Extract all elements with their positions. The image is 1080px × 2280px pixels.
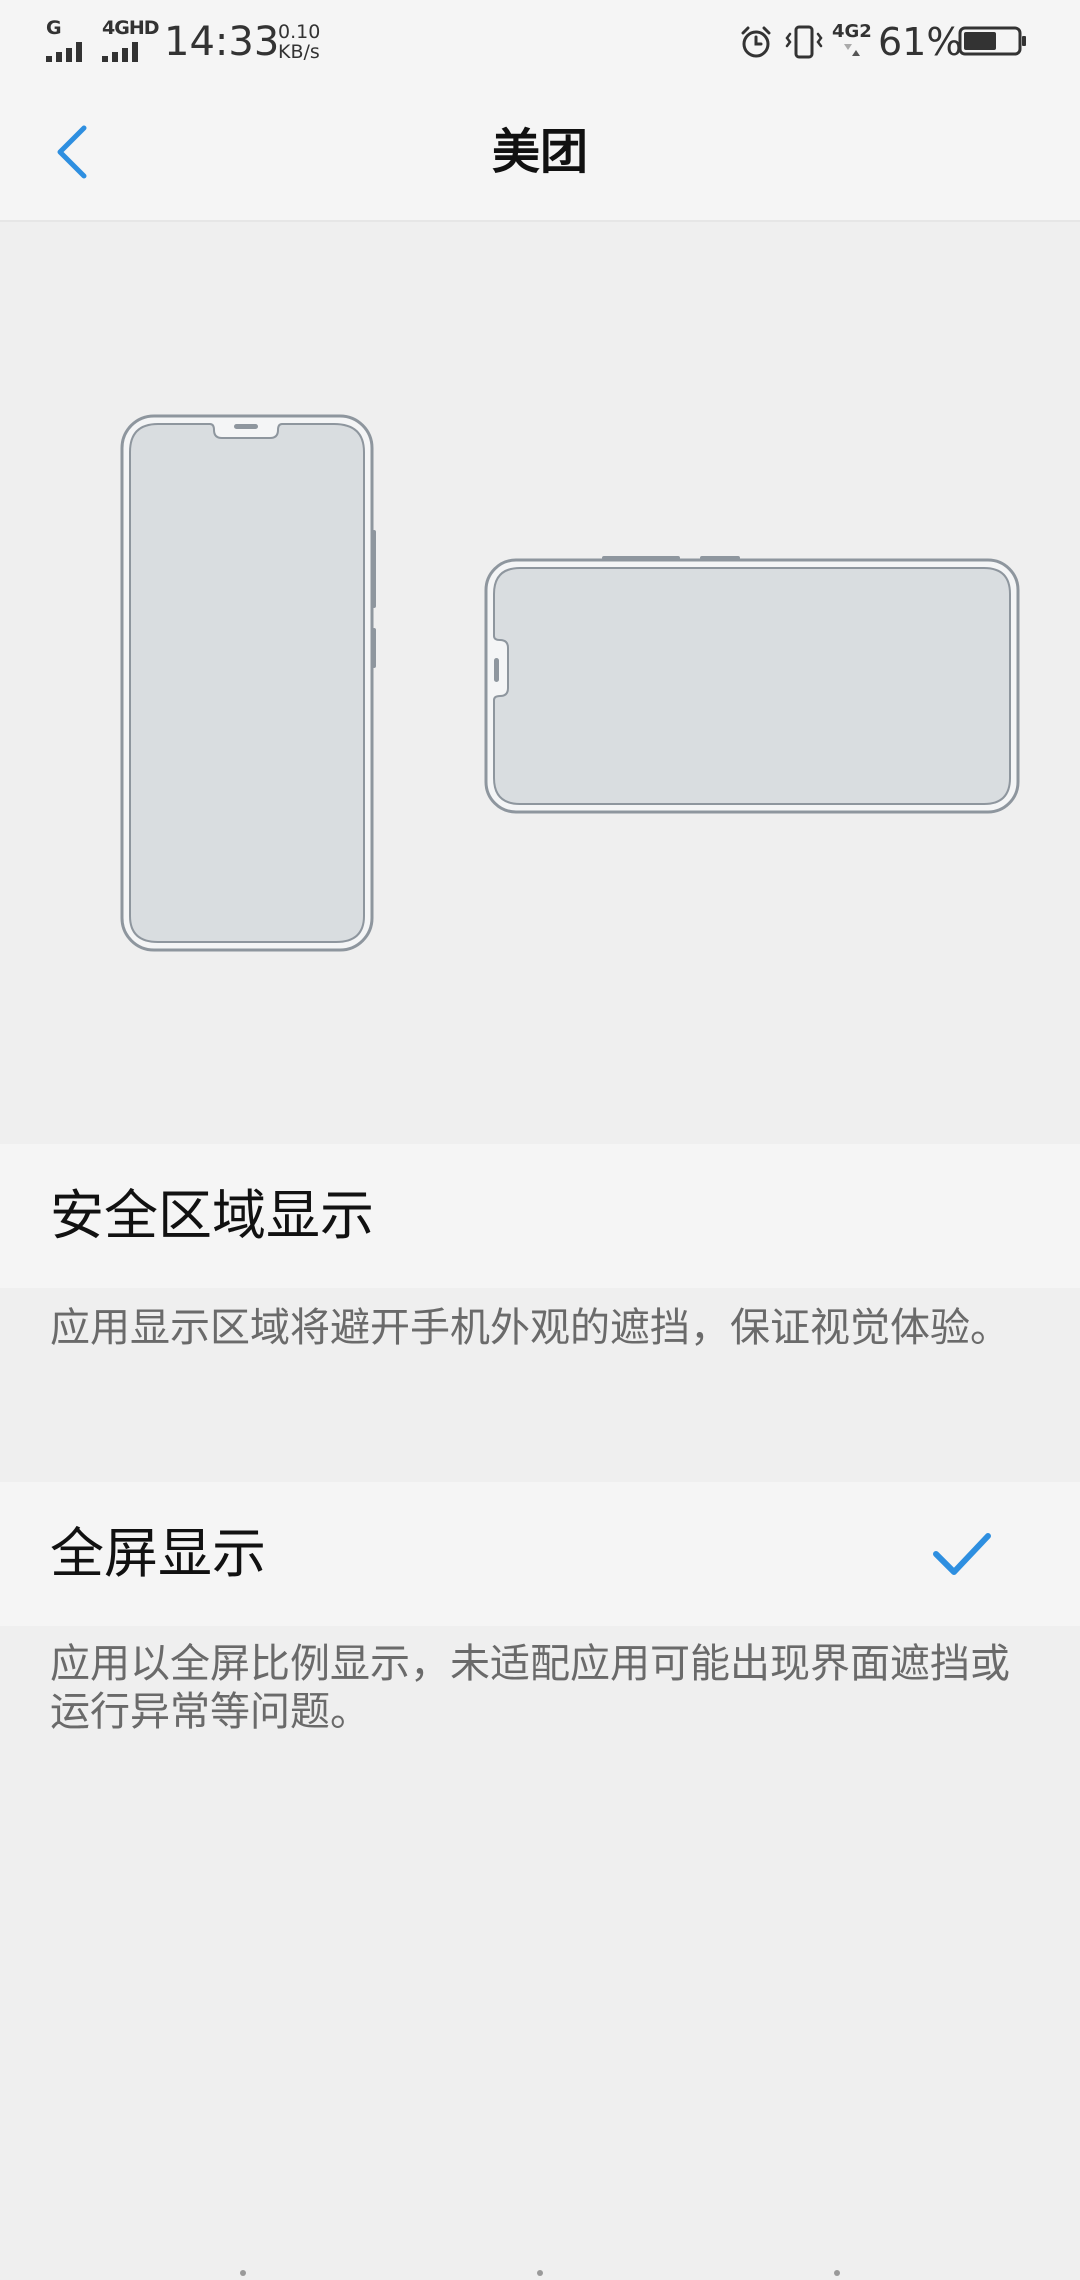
portrait-phone-illustration: [120, 414, 376, 952]
gesture-hint-right: [834, 2270, 840, 2276]
checkmark-icon: [933, 1533, 991, 1575]
battery-icon: [958, 26, 1028, 56]
gesture-hint-center: [537, 2270, 543, 2276]
option-full-screen-display[interactable]: 全屏显示: [0, 1482, 1080, 1626]
option-label: 全屏显示: [50, 1522, 266, 1585]
status-time: 14:33: [164, 19, 280, 65]
alarm-icon: [738, 24, 774, 64]
status-bar: G 4GHD 14:33 0.10 KB/s 4G2 61%: [0, 0, 1080, 84]
network-speed: 0.10 KB/s: [278, 22, 338, 62]
sim2-data-label: 4G2: [832, 21, 872, 42]
navigation-bar: 美团: [0, 84, 1080, 222]
option-description: 应用以全屏比例显示，未适配应用可能出现界面遮挡或运行异常等问题。: [50, 1641, 1010, 1735]
network-speed-value: 0.10: [278, 21, 321, 43]
option-safe-area-display[interactable]: 安全区域显示: [0, 1144, 1080, 1288]
sim2-data-icon: 4G2: [832, 22, 872, 62]
sim2-signal-icon: 4GHD: [102, 18, 159, 62]
battery-percent: 61%: [878, 20, 963, 64]
page-title: 美团: [491, 124, 588, 180]
display-mode-illustration: [0, 222, 1080, 1144]
network-speed-unit: KB/s: [278, 41, 320, 63]
landscape-phone-illustration: [484, 556, 1020, 814]
vibrate-icon: [784, 24, 824, 64]
option-label: 安全区域显示: [50, 1184, 374, 1247]
sim1-network-type: G: [46, 17, 62, 39]
option-description: 应用显示区域将避开手机外观的遮挡，保证视觉体验。: [50, 1305, 1010, 1351]
sim1-signal-icon: G: [46, 18, 94, 62]
back-button[interactable]: [40, 116, 112, 188]
gesture-hint-left: [240, 2270, 246, 2276]
chevron-left-icon: [57, 125, 87, 179]
sim2-network-type: 4GHD: [102, 17, 159, 39]
